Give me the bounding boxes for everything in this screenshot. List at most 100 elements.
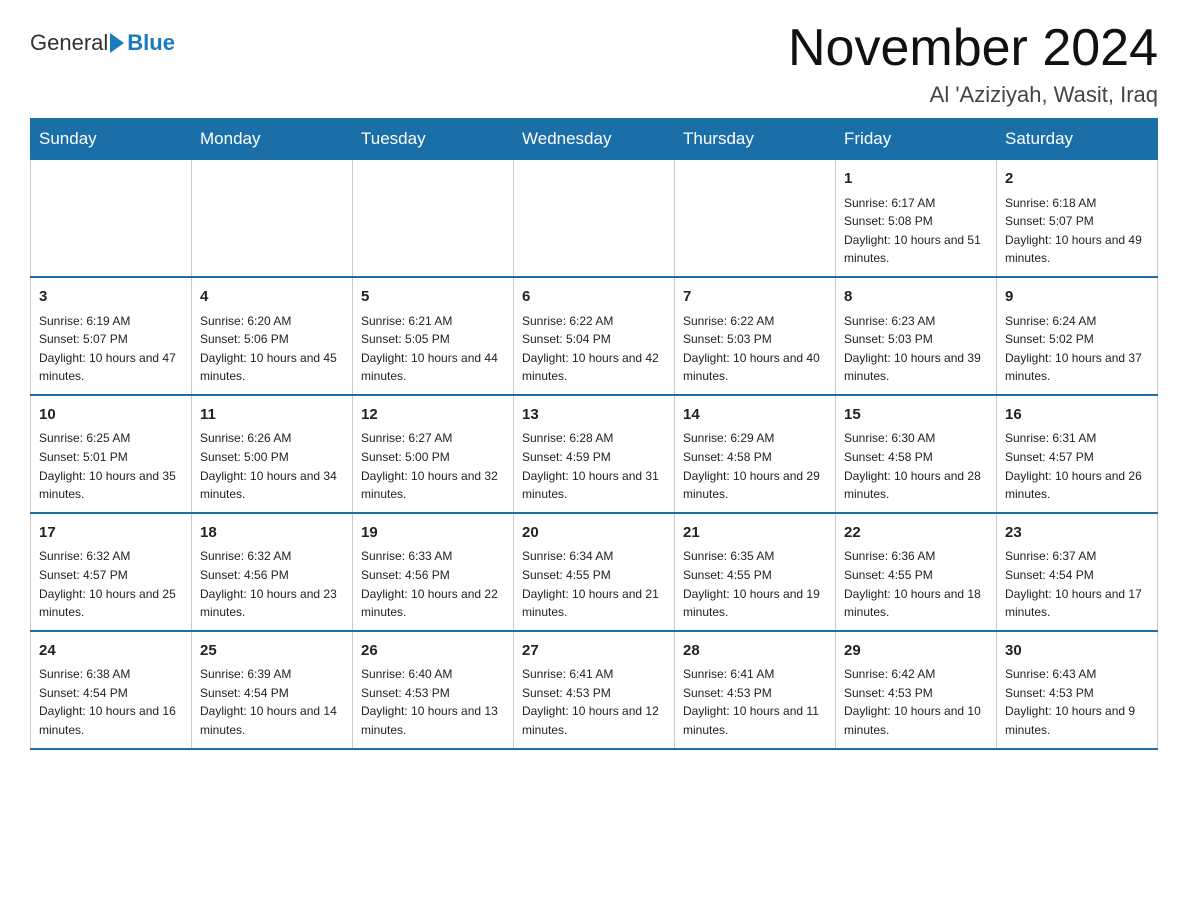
day-number: 9 xyxy=(1005,286,1149,309)
day-info: Sunrise: 6:43 AM Sunset: 4:53 PM Dayligh… xyxy=(1005,665,1149,739)
weekday-header-tuesday: Tuesday xyxy=(353,119,514,160)
day-number: 2 xyxy=(1005,168,1149,191)
logo: General Blue xyxy=(30,30,175,56)
day-number: 1 xyxy=(844,168,988,191)
day-info: Sunrise: 6:30 AM Sunset: 4:58 PM Dayligh… xyxy=(844,429,988,503)
weekday-header-sunday: Sunday xyxy=(31,119,192,160)
calendar-cell: 22Sunrise: 6:36 AM Sunset: 4:55 PM Dayli… xyxy=(836,513,997,631)
calendar-cell: 20Sunrise: 6:34 AM Sunset: 4:55 PM Dayli… xyxy=(514,513,675,631)
weekday-header-row: SundayMondayTuesdayWednesdayThursdayFrid… xyxy=(31,119,1158,160)
day-info: Sunrise: 6:39 AM Sunset: 4:54 PM Dayligh… xyxy=(200,665,344,739)
calendar-cell: 7 Sunrise: 6:22 AM Sunset: 5:03 PM Daylig… xyxy=(675,277,836,395)
day-info: Sunrise: 6:28 AM Sunset: 4:59 PM Dayligh… xyxy=(522,429,666,503)
day-info: Sunrise: 6:25 AM Sunset: 5:01 PM Dayligh… xyxy=(39,429,183,503)
day-number: 27 xyxy=(522,640,666,663)
day-info: Sunrise: 6:34 AM Sunset: 4:55 PM Dayligh… xyxy=(522,547,666,621)
day-number: 19 xyxy=(361,522,505,545)
calendar-cell: 1Sunrise: 6:17 AM Sunset: 5:08 PM Daylig… xyxy=(836,160,997,277)
day-number: 14 xyxy=(683,404,827,427)
day-info: Sunrise: 6:22 AM Sunset: 5:04 PM Dayligh… xyxy=(522,312,666,386)
day-info: Sunrise: 6:40 AM Sunset: 4:53 PM Dayligh… xyxy=(361,665,505,739)
calendar-cell: 30Sunrise: 6:43 AM Sunset: 4:53 PM Dayli… xyxy=(997,631,1158,749)
day-info: Sunrise: 6:42 AM Sunset: 4:53 PM Dayligh… xyxy=(844,665,988,739)
calendar-cell: 19Sunrise: 6:33 AM Sunset: 4:56 PM Dayli… xyxy=(353,513,514,631)
day-info: Sunrise: 6:24 AM Sunset: 5:02 PM Dayligh… xyxy=(1005,312,1149,386)
calendar-cell: 21Sunrise: 6:35 AM Sunset: 4:55 PM Dayli… xyxy=(675,513,836,631)
logo-blue-text: Blue xyxy=(127,30,175,56)
calendar-cell: 11Sunrise: 6:26 AM Sunset: 5:00 PM Dayli… xyxy=(192,395,353,513)
day-info: Sunrise: 6:27 AM Sunset: 5:00 PM Dayligh… xyxy=(361,429,505,503)
page-title: November 2024 xyxy=(788,20,1158,77)
weekday-header-saturday: Saturday xyxy=(997,119,1158,160)
weekday-header-friday: Friday xyxy=(836,119,997,160)
calendar-cell: 15Sunrise: 6:30 AM Sunset: 4:58 PM Dayli… xyxy=(836,395,997,513)
calendar-cell: 10Sunrise: 6:25 AM Sunset: 5:01 PM Dayli… xyxy=(31,395,192,513)
calendar-cell: 24Sunrise: 6:38 AM Sunset: 4:54 PM Dayli… xyxy=(31,631,192,749)
day-number: 5 xyxy=(361,286,505,309)
day-info: Sunrise: 6:32 AM Sunset: 4:57 PM Dayligh… xyxy=(39,547,183,621)
calendar-cell xyxy=(514,160,675,277)
day-info: Sunrise: 6:18 AM Sunset: 5:07 PM Dayligh… xyxy=(1005,194,1149,268)
calendar-week-row: 10Sunrise: 6:25 AM Sunset: 5:01 PM Dayli… xyxy=(31,395,1158,513)
calendar-cell: 18Sunrise: 6:32 AM Sunset: 4:56 PM Dayli… xyxy=(192,513,353,631)
day-number: 18 xyxy=(200,522,344,545)
calendar-cell xyxy=(675,160,836,277)
calendar-cell xyxy=(353,160,514,277)
day-number: 15 xyxy=(844,404,988,427)
weekday-header-wednesday: Wednesday xyxy=(514,119,675,160)
calendar-cell: 3 Sunrise: 6:19 AM Sunset: 5:07 PM Daylig… xyxy=(31,277,192,395)
calendar-cell: 5 Sunrise: 6:21 AM Sunset: 5:05 PM Daylig… xyxy=(353,277,514,395)
day-info: Sunrise: 6:19 AM Sunset: 5:07 PM Dayligh… xyxy=(39,312,183,386)
day-number: 24 xyxy=(39,640,183,663)
title-section: November 2024 Al 'Aziziyah, Wasit, Iraq xyxy=(788,20,1158,108)
day-number: 30 xyxy=(1005,640,1149,663)
day-number: 12 xyxy=(361,404,505,427)
day-number: 6 xyxy=(522,286,666,309)
logo-general-text: General xyxy=(30,30,108,56)
day-number: 26 xyxy=(361,640,505,663)
day-number: 17 xyxy=(39,522,183,545)
calendar-cell xyxy=(31,160,192,277)
day-info: Sunrise: 6:38 AM Sunset: 4:54 PM Dayligh… xyxy=(39,665,183,739)
day-number: 23 xyxy=(1005,522,1149,545)
day-number: 29 xyxy=(844,640,988,663)
day-number: 3 xyxy=(39,286,183,309)
day-number: 7 xyxy=(683,286,827,309)
day-info: Sunrise: 6:23 AM Sunset: 5:03 PM Dayligh… xyxy=(844,312,988,386)
day-info: Sunrise: 6:36 AM Sunset: 4:55 PM Dayligh… xyxy=(844,547,988,621)
weekday-header-thursday: Thursday xyxy=(675,119,836,160)
calendar-cell: 16Sunrise: 6:31 AM Sunset: 4:57 PM Dayli… xyxy=(997,395,1158,513)
day-info: Sunrise: 6:22 AM Sunset: 5:03 PM Dayligh… xyxy=(683,312,827,386)
day-number: 20 xyxy=(522,522,666,545)
calendar-cell: 14Sunrise: 6:29 AM Sunset: 4:58 PM Dayli… xyxy=(675,395,836,513)
day-number: 22 xyxy=(844,522,988,545)
calendar-cell: 9 Sunrise: 6:24 AM Sunset: 5:02 PM Daylig… xyxy=(997,277,1158,395)
day-info: Sunrise: 6:21 AM Sunset: 5:05 PM Dayligh… xyxy=(361,312,505,386)
day-number: 13 xyxy=(522,404,666,427)
calendar-cell: 8 Sunrise: 6:23 AM Sunset: 5:03 PM Daylig… xyxy=(836,277,997,395)
calendar-week-row: 1Sunrise: 6:17 AM Sunset: 5:08 PM Daylig… xyxy=(31,160,1158,277)
calendar-cell: 12Sunrise: 6:27 AM Sunset: 5:00 PM Dayli… xyxy=(353,395,514,513)
logo-blue-part: Blue xyxy=(108,30,175,56)
day-number: 25 xyxy=(200,640,344,663)
calendar-week-row: 3 Sunrise: 6:19 AM Sunset: 5:07 PM Daylig… xyxy=(31,277,1158,395)
day-info: Sunrise: 6:26 AM Sunset: 5:00 PM Dayligh… xyxy=(200,429,344,503)
calendar-cell: 26Sunrise: 6:40 AM Sunset: 4:53 PM Dayli… xyxy=(353,631,514,749)
calendar-cell: 28Sunrise: 6:41 AM Sunset: 4:53 PM Dayli… xyxy=(675,631,836,749)
weekday-header-monday: Monday xyxy=(192,119,353,160)
calendar-cell: 27Sunrise: 6:41 AM Sunset: 4:53 PM Dayli… xyxy=(514,631,675,749)
calendar-cell xyxy=(192,160,353,277)
day-info: Sunrise: 6:29 AM Sunset: 4:58 PM Dayligh… xyxy=(683,429,827,503)
calendar-cell: 23Sunrise: 6:37 AM Sunset: 4:54 PM Dayli… xyxy=(997,513,1158,631)
day-info: Sunrise: 6:33 AM Sunset: 4:56 PM Dayligh… xyxy=(361,547,505,621)
calendar-cell: 25Sunrise: 6:39 AM Sunset: 4:54 PM Dayli… xyxy=(192,631,353,749)
calendar-cell: 2 Sunrise: 6:18 AM Sunset: 5:07 PM Daylig… xyxy=(997,160,1158,277)
day-number: 8 xyxy=(844,286,988,309)
day-number: 16 xyxy=(1005,404,1149,427)
calendar-week-row: 24Sunrise: 6:38 AM Sunset: 4:54 PM Dayli… xyxy=(31,631,1158,749)
calendar-body: 1Sunrise: 6:17 AM Sunset: 5:08 PM Daylig… xyxy=(31,160,1158,749)
day-info: Sunrise: 6:37 AM Sunset: 4:54 PM Dayligh… xyxy=(1005,547,1149,621)
page-header: General Blue November 2024 Al 'Aziziyah,… xyxy=(30,20,1158,108)
calendar-cell: 17Sunrise: 6:32 AM Sunset: 4:57 PM Dayli… xyxy=(31,513,192,631)
day-info: Sunrise: 6:32 AM Sunset: 4:56 PM Dayligh… xyxy=(200,547,344,621)
